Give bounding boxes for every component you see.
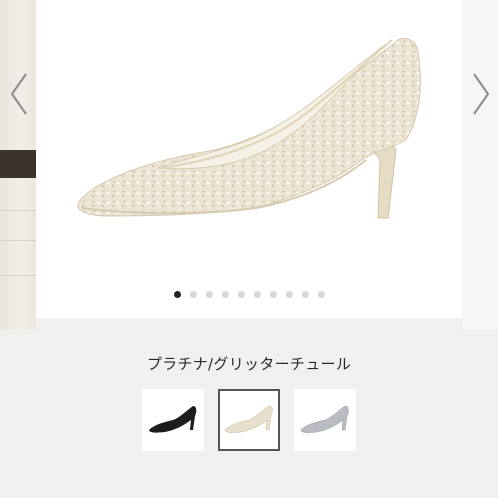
platinum-pump-thumbnail <box>224 405 273 433</box>
carousel-dot[interactable] <box>237 291 245 298</box>
carousel-dot[interactable] <box>189 291 197 298</box>
carousel-dot[interactable] <box>221 291 229 298</box>
carousel-dot[interactable] <box>253 291 261 298</box>
product-image-carousel[interactable] <box>0 0 498 330</box>
swatch-silver-glitter[interactable] <box>294 389 356 451</box>
product-image <box>36 0 462 318</box>
previous-slide-peek[interactable] <box>0 0 36 330</box>
chevron-left-icon[interactable] <box>6 70 34 118</box>
glitter-pump-shoe-image <box>77 38 421 219</box>
carousel-dot[interactable] <box>317 291 325 298</box>
next-slide-peek[interactable] <box>462 0 498 330</box>
selected-color-label: プラチナ/グリッターチュール <box>146 355 352 373</box>
carousel-dot[interactable] <box>205 291 213 298</box>
carousel-dot[interactable] <box>269 291 277 298</box>
carousel-dot[interactable] <box>173 291 181 298</box>
black-pump-thumbnail <box>149 406 197 433</box>
carousel-pagination <box>0 291 498 301</box>
swatch-platinum-glitter[interactable] <box>218 389 280 451</box>
swatch-black-glitter[interactable] <box>142 389 204 451</box>
silver-pump-thumbnail <box>300 405 349 433</box>
chevron-right-icon[interactable] <box>466 70 494 118</box>
color-swatch-list <box>0 389 498 453</box>
carousel-dot[interactable] <box>301 291 309 298</box>
carousel-dot[interactable] <box>285 291 293 298</box>
